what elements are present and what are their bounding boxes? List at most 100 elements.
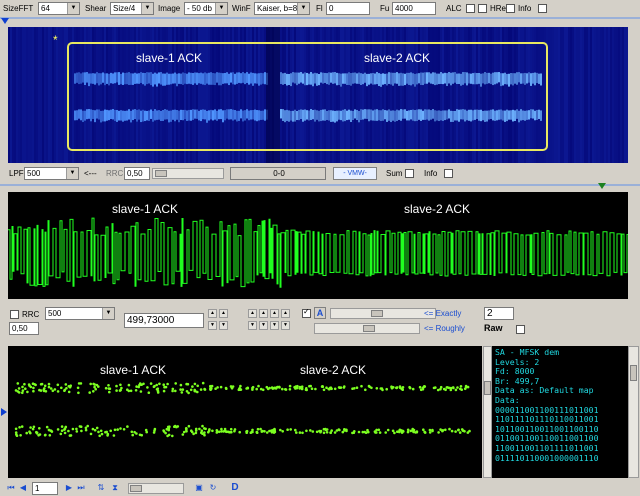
rough-slider[interactable]: [314, 323, 420, 334]
rrc-value-field[interactable]: 0,50: [124, 167, 150, 180]
fl-label: Fl: [316, 4, 323, 13]
decrement-button[interactable]: ▼: [219, 321, 228, 330]
ruler-marker-green-icon[interactable]: [598, 183, 606, 189]
rrc2-label: RRC: [22, 310, 40, 319]
scatter-point: [261, 388, 265, 392]
scatter-point: [459, 387, 462, 391]
info-extra-checkbox[interactable]: [538, 4, 547, 13]
spec-column: [562, 27, 564, 163]
scatter-vscroll[interactable]: [483, 346, 492, 478]
level-marker-icon[interactable]: [1, 408, 7, 416]
scatter-point: [67, 429, 70, 433]
bottom-slider[interactable]: [128, 483, 184, 494]
decrement-button[interactable]: ▼: [281, 321, 290, 330]
winf-select[interactable]: Kaiser, b=8 ▼: [254, 2, 310, 15]
increment-button[interactable]: ▲: [270, 309, 279, 318]
rrc-filter-select[interactable]: 500 ▼: [45, 307, 115, 320]
fl-field[interactable]: 0: [326, 2, 370, 15]
scatter-panel[interactable]: slave-1 ACK slave-2 ACK: [8, 346, 482, 478]
scatter-point: [199, 388, 203, 391]
scroll-thumb[interactable]: [630, 365, 637, 381]
page-field[interactable]: 1: [32, 482, 58, 495]
sum-checkbox[interactable]: [405, 169, 414, 178]
slider-thumb[interactable]: [130, 485, 142, 492]
d-button[interactable]: D: [230, 483, 240, 493]
decrement-button[interactable]: ▼: [248, 321, 257, 330]
next-page-icon[interactable]: ▶: [64, 483, 74, 493]
scatter-point: [47, 382, 51, 386]
scatter-point: [38, 388, 41, 392]
scatter-point: [360, 384, 363, 388]
scatter-point: [91, 427, 95, 431]
info-checkbox[interactable]: [506, 4, 515, 13]
scatter-point: [109, 429, 112, 433]
scatter-point: [95, 426, 99, 430]
spec-column: [22, 27, 24, 163]
increment-button[interactable]: ▲: [219, 309, 228, 318]
scroll-thumb[interactable]: [484, 381, 491, 395]
decrement-button[interactable]: ▼: [208, 321, 217, 330]
time-ruler-2[interactable]: [0, 184, 640, 186]
scatter-point: [364, 388, 367, 392]
scatter-point: [97, 430, 100, 434]
decrement-button[interactable]: ▼: [259, 321, 268, 330]
alc-checkbox[interactable]: [466, 4, 475, 13]
scatter-point: [98, 434, 101, 438]
decoder-vscroll[interactable]: [628, 346, 639, 478]
scatter-point: [271, 428, 275, 432]
increment-button[interactable]: ▲: [281, 309, 290, 318]
spec-column: [624, 27, 626, 163]
scatter-point: [466, 431, 470, 434]
scatter-point: [64, 425, 68, 429]
image-label: Image: [158, 4, 181, 13]
rrc-beta-field[interactable]: 0,50: [9, 322, 39, 335]
spec-column: [616, 27, 618, 163]
slider-thumb[interactable]: [371, 310, 383, 317]
save-icon[interactable]: ▣: [194, 483, 204, 493]
ruler-marker-icon[interactable]: [1, 18, 9, 24]
slider-thumb[interactable]: [155, 170, 167, 177]
vmw-button[interactable]: - VMW-: [333, 167, 377, 180]
spec-column: [608, 27, 610, 163]
exact-slider[interactable]: [330, 308, 436, 319]
time-ruler[interactable]: [0, 17, 640, 19]
sizefft-select[interactable]: 64 ▼: [38, 2, 80, 15]
scatter-point: [174, 382, 177, 385]
last-page-icon[interactable]: ⏭: [76, 483, 86, 493]
first-page-icon[interactable]: ⏮: [6, 483, 16, 493]
spec-column: [26, 27, 28, 163]
rate-field[interactable]: 499,73000: [124, 313, 204, 328]
scatter-point: [166, 382, 169, 386]
refresh-icon[interactable]: ↻: [208, 483, 218, 493]
spin-field[interactable]: 2: [484, 307, 514, 320]
swap-icon[interactable]: ⇅: [96, 483, 106, 493]
spectrogram-panel[interactable]: * slave-1 ACK slave-2 ACK: [8, 27, 628, 163]
waveform-panel[interactable]: slave-1 ACK slave-2 ACK: [8, 192, 628, 299]
prev-page-icon[interactable]: ◀: [18, 483, 28, 493]
shear-select[interactable]: Size/4 ▼: [110, 2, 154, 15]
fu-field[interactable]: 4000: [392, 2, 436, 15]
rrc-checkbox[interactable]: [10, 310, 19, 319]
lpf-select[interactable]: 500 ▼: [24, 167, 79, 180]
hourglass-icon[interactable]: ⧗: [110, 483, 120, 493]
image-select[interactable]: - 50 db ▼: [184, 2, 228, 15]
scatter-point: [339, 386, 343, 389]
hres-checkbox[interactable]: [478, 4, 487, 13]
a-checkbox[interactable]: [302, 307, 311, 318]
a-button[interactable]: A: [314, 307, 326, 319]
increment-button[interactable]: ▲: [208, 309, 217, 318]
increment-button[interactable]: ▲: [248, 309, 257, 318]
scatter-point: [321, 385, 325, 388]
slider-thumb[interactable]: [363, 325, 375, 332]
scatter-point: [67, 385, 71, 388]
raw-checkbox[interactable]: [516, 325, 525, 334]
spec-column: [14, 27, 16, 163]
info2-checkbox[interactable]: [444, 169, 453, 178]
increment-button[interactable]: ▲: [259, 309, 268, 318]
scatter-point: [286, 428, 289, 431]
decrement-button[interactable]: ▼: [270, 321, 279, 330]
filter-slider[interactable]: [152, 168, 224, 179]
chevron-down-icon: ▼: [141, 3, 153, 14]
scatter-point: [256, 427, 260, 431]
scatter-point: [279, 428, 282, 432]
